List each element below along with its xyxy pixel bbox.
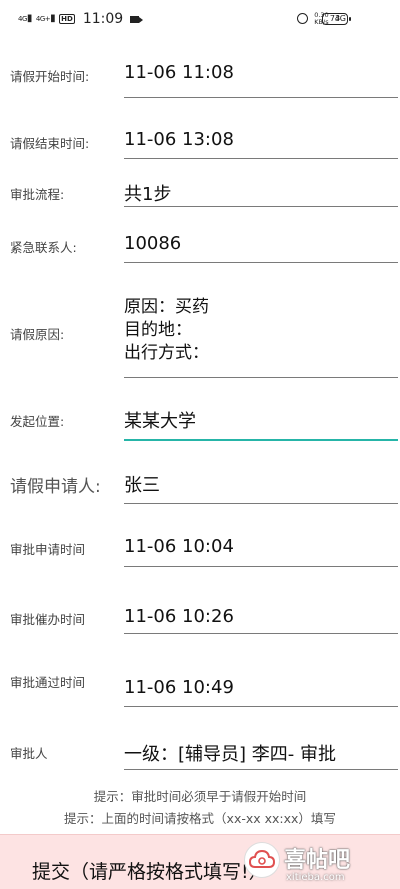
hint-line-1: 提示：审批时间必须早于请假开始时间: [93, 789, 307, 804]
approver-label: 审批人: [10, 746, 48, 761]
flow-field[interactable]: 共1步: [124, 180, 398, 206]
apply-time-underline: [124, 566, 398, 567]
end-time-field[interactable]: 11-06 13:08: [124, 129, 398, 150]
apply-time-label: 审批申请时间: [10, 542, 86, 557]
pass-time-field[interactable]: 11-06 10:49: [124, 677, 398, 698]
urge-time-field[interactable]: 11-06 10:26: [124, 606, 398, 627]
hd-badge: HD: [59, 14, 75, 24]
start-time-label: 请假开始时间:: [10, 69, 90, 84]
camera-icon: [130, 15, 144, 23]
start-time-underline: [124, 97, 398, 98]
location-label: 发起位置:: [10, 414, 65, 429]
status-bar: 4G▮ 4G+▮ HD 11:09 0.30 KB/s 4G 73: [0, 0, 400, 40]
hint-line-2: 提示：上面的时间请按格式（xx-xx xx:xx）填写: [64, 811, 336, 826]
end-time-underline: [124, 158, 398, 159]
watermark-cloud-icon: [244, 842, 280, 878]
watermark-url: xitieba.com: [286, 872, 345, 883]
reason-line-2: 目的地：: [124, 320, 192, 340]
applicant-field[interactable]: 张三: [124, 471, 398, 497]
watermark-text: 喜帖吧: [284, 848, 351, 873]
start-time-field[interactable]: 11-06 11:08: [124, 62, 398, 83]
status-left: 4G▮ 4G+▮ HD 11:09: [18, 11, 144, 27]
urge-time-label: 审批催办时间: [10, 612, 86, 627]
contact-label: 紧急联系人:: [10, 240, 77, 255]
reason-line-1: 原因：买药: [124, 297, 209, 317]
flow-underline: [124, 206, 398, 207]
flow-label: 审批流程:: [10, 187, 65, 202]
contact-field[interactable]: 10086: [124, 233, 398, 254]
pass-time-underline: [124, 706, 398, 707]
approver-field[interactable]: 一级：[辅导员] 李四- 审批: [124, 740, 398, 766]
location-underline-focused: [124, 439, 398, 441]
apply-time-field[interactable]: 11-06 10:04: [124, 536, 398, 557]
reason-line-3: 出行方式：: [124, 343, 209, 363]
reason-field[interactable]: 原因：买药 目的地： 出行方式：: [124, 296, 398, 365]
clock: 11:09: [82, 11, 124, 27]
contact-underline: [124, 262, 398, 263]
signal-icon: 4G▮: [18, 13, 32, 24]
approver-underline: [124, 769, 398, 770]
alarm-icon: [297, 13, 309, 24]
signal-icon-2: 4G+▮: [35, 13, 56, 24]
pass-time-label: 审批通过时间: [10, 675, 86, 690]
applicant-underline: [124, 503, 398, 504]
reason-underline: [124, 377, 398, 378]
urge-time-underline: [124, 633, 398, 634]
watermark: 喜帖吧 xitieba.com: [244, 842, 394, 886]
battery-icon: 73: [322, 13, 351, 25]
reason-label: 请假原因:: [10, 327, 65, 342]
submit-label: 提交（请严格按格式填写!）: [32, 861, 268, 883]
end-time-label: 请假结束时间:: [10, 136, 90, 151]
applicant-label: 请假申请人:: [10, 477, 101, 497]
location-field[interactable]: 某某大学: [124, 407, 398, 433]
